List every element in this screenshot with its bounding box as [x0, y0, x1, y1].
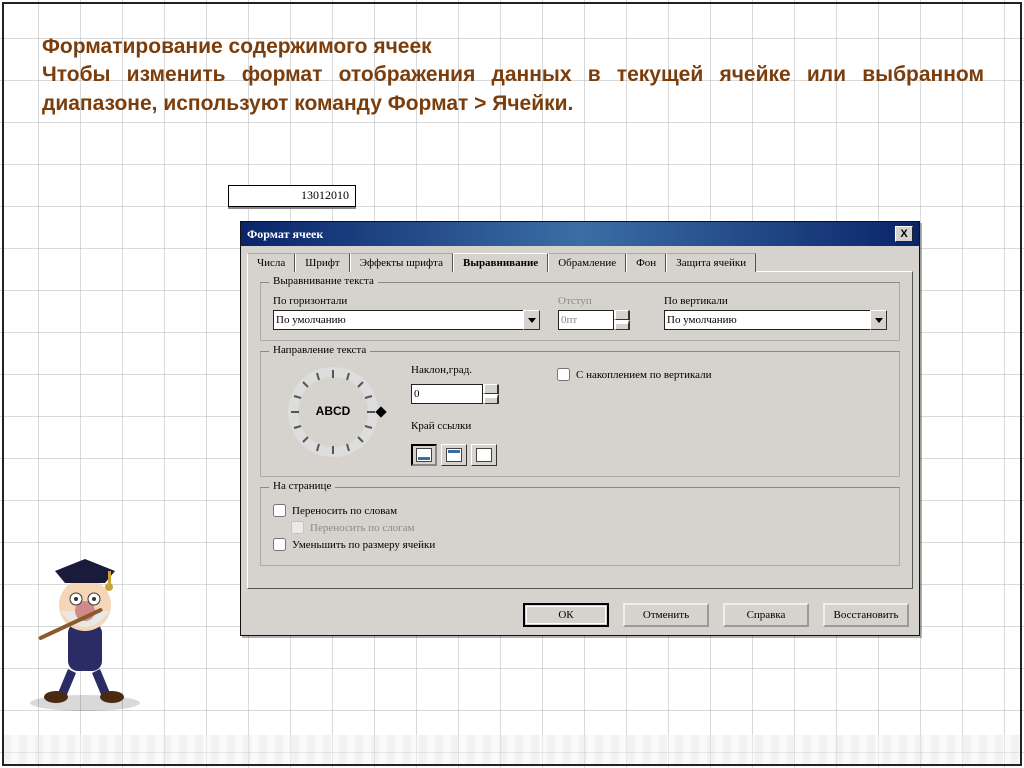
dialog-buttons: ОК Отменить Справка Восстановить	[241, 595, 919, 635]
reference-edge-label: Край ссылки	[411, 420, 499, 432]
tab-cell-protection[interactable]: Защита ячейки	[666, 253, 756, 272]
indent-spinner	[558, 310, 646, 330]
spreadsheet-cell: 13012010	[228, 185, 356, 207]
close-button[interactable]: X	[895, 226, 913, 242]
ref-edge-bottom[interactable]	[411, 444, 437, 466]
shrink-to-fit-input[interactable]	[273, 538, 286, 551]
close-icon: X	[900, 228, 907, 240]
tab-borders[interactable]: Обрамление	[548, 253, 626, 272]
properties-group: На странице Переносить по словам Перенос…	[260, 487, 900, 566]
spin-down-icon[interactable]	[483, 394, 499, 404]
dial-text: ABCD	[285, 404, 381, 418]
tab-numbers[interactable]: Числа	[247, 253, 295, 272]
hyphenation-input	[291, 521, 304, 534]
vertically-stacked-checkbox[interactable]: С накоплением по вертикали	[557, 368, 712, 381]
properties-legend: На странице	[269, 480, 335, 492]
wrap-words-checkbox[interactable]: Переносить по словам	[273, 504, 887, 517]
wrap-words-input[interactable]	[273, 504, 286, 517]
reset-button[interactable]: Восстановить	[823, 603, 909, 627]
indent-spin-buttons	[614, 310, 630, 330]
shrink-to-fit-checkbox[interactable]: Уменьшить по размеру ячейки	[273, 538, 887, 551]
spin-down-icon	[614, 320, 630, 330]
slide-title-line: Форматирование содержимого ячеек	[42, 33, 984, 61]
angle-label: Наклон,град.	[411, 364, 499, 376]
spin-up-icon[interactable]	[483, 384, 499, 394]
rotation-dial[interactable]: ABCD	[285, 364, 381, 460]
vertically-stacked-label: С накоплением по вертикали	[576, 369, 712, 381]
dialog-title: Формат ячеек	[247, 227, 323, 242]
indent-label: Отступ	[558, 295, 646, 307]
horizontal-label: По горизонтали	[273, 295, 540, 307]
dialog-titlebar[interactable]: Формат ячеек X	[241, 222, 919, 246]
vertically-stacked-input[interactable]	[557, 368, 570, 381]
vertical-select[interactable]	[664, 310, 887, 330]
text-alignment-group: Выравнивание текста По горизонтали Отсту…	[260, 282, 900, 341]
tab-font-effects[interactable]: Эффекты шрифта	[350, 253, 453, 272]
text-direction-legend: Направление текста	[269, 344, 370, 356]
ref-edge-inside[interactable]	[471, 444, 497, 466]
vertical-label: По вертикали	[664, 295, 887, 307]
horizontal-value[interactable]	[273, 310, 523, 330]
horizontal-select[interactable]	[273, 310, 540, 330]
tab-font[interactable]: Шрифт	[295, 253, 349, 272]
vertical-value[interactable]	[664, 310, 870, 330]
reference-edge-buttons	[411, 444, 499, 466]
wrap-words-label: Переносить по словам	[292, 505, 397, 517]
footer-pattern	[3, 735, 1021, 765]
shrink-to-fit-label: Уменьшить по размеру ячейки	[292, 539, 435, 551]
ok-button[interactable]: ОК	[523, 603, 609, 627]
hyphenation-checkbox: Переносить по слогам	[273, 521, 887, 534]
spin-up-icon	[614, 310, 630, 320]
text-alignment-legend: Выравнивание текста	[269, 275, 378, 287]
alignment-panel: Выравнивание текста По горизонтали Отсту…	[247, 271, 913, 589]
tabs-bar: Числа Шрифт Эффекты шрифта Выравнивание …	[241, 246, 919, 271]
text-direction-group: Направление текста	[260, 351, 900, 477]
mascot-professor-icon	[20, 553, 150, 713]
angle-spinner[interactable]	[411, 384, 499, 404]
cancel-button[interactable]: Отменить	[623, 603, 709, 627]
chevron-down-icon[interactable]	[870, 310, 887, 330]
chevron-down-icon[interactable]	[523, 310, 540, 330]
slide-body-line: Чтобы изменить формат отображения данных…	[42, 61, 984, 118]
indent-value	[558, 310, 614, 330]
help-button[interactable]: Справка	[723, 603, 809, 627]
tab-alignment[interactable]: Выравнивание	[453, 253, 548, 272]
ref-edge-top[interactable]	[441, 444, 467, 466]
tab-background[interactable]: Фон	[626, 253, 666, 272]
hyphenation-label: Переносить по слогам	[310, 522, 415, 534]
slide-heading: Форматирование содержимого ячеек Чтобы и…	[42, 33, 984, 118]
format-cells-dialog: Формат ячеек X Числа Шрифт Эффекты шрифт…	[240, 221, 920, 636]
angle-value[interactable]	[411, 384, 483, 404]
